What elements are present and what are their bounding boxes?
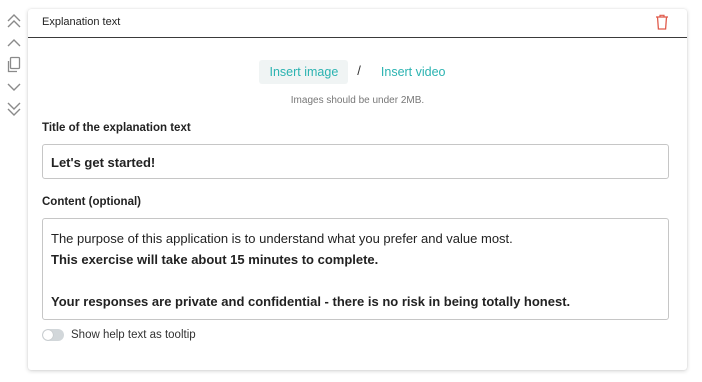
double-chevron-up-icon[interactable] (4, 10, 24, 32)
insert-image-button[interactable]: Insert image (259, 60, 349, 84)
copy-icon[interactable] (4, 54, 24, 76)
toggle-knob (43, 330, 53, 340)
block-toolbar (4, 10, 24, 120)
double-chevron-down-icon[interactable] (4, 98, 24, 120)
tooltip-toggle[interactable] (42, 329, 64, 341)
explanation-text-card: Explanation text Insert image / Insert v… (28, 9, 687, 370)
tooltip-toggle-label: Show help text as tooltip (71, 329, 196, 341)
tooltip-toggle-row: Show help text as tooltip (42, 327, 196, 343)
content-line: Your responses are private and confident… (51, 294, 571, 309)
content-line: This exercise will take about 15 minutes… (51, 252, 379, 267)
content-line-blank (51, 270, 660, 291)
chevron-up-icon[interactable] (4, 32, 24, 54)
content-textarea[interactable]: The purpose of this application is to un… (42, 218, 669, 320)
content-line: The purpose of this application is to un… (51, 231, 513, 246)
chevron-down-icon[interactable] (4, 76, 24, 98)
page: Explanation text Insert image / Insert v… (0, 0, 702, 382)
media-separator: / (357, 62, 361, 78)
title-input[interactable]: Let's get started! (42, 144, 669, 179)
insert-video-button[interactable]: Insert video (371, 60, 456, 84)
title-label: Title of the explanation text (42, 122, 191, 134)
media-insert-row: Insert image / Insert video (28, 59, 687, 85)
image-size-hint: Images should be under 2MB. (290, 95, 425, 106)
content-label: Content (optional) (42, 196, 142, 208)
card-header: Explanation text (28, 9, 687, 38)
card-title: Explanation text (42, 16, 121, 28)
trash-icon[interactable] (655, 14, 669, 30)
